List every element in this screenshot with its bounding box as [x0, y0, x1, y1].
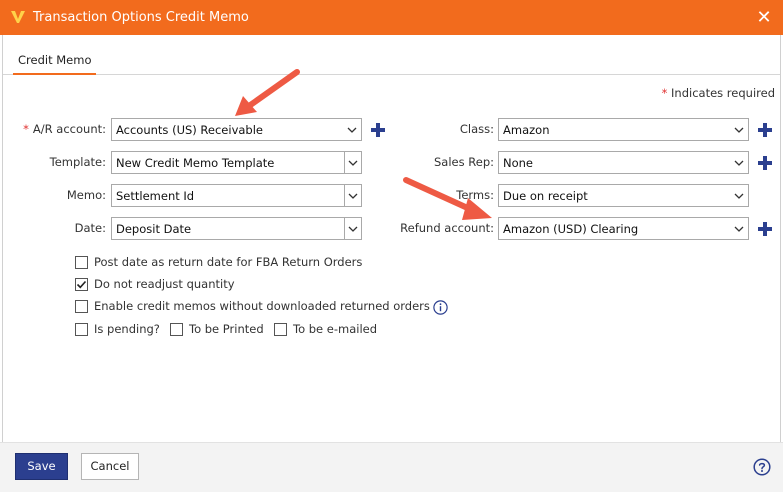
- add-refund-account-plus-icon[interactable]: [758, 222, 772, 236]
- refund-account-label: Refund account:: [400, 221, 494, 235]
- memo-value: Settlement Id: [116, 189, 195, 203]
- title-bar: Transaction Options Credit Memo ✕: [0, 0, 783, 35]
- to-be-emailed-option[interactable]: To be e-mailed: [274, 322, 384, 338]
- sales-rep-value: None: [503, 156, 534, 170]
- terms-label: Terms:: [456, 188, 494, 202]
- chevron-down-icon: [734, 226, 744, 232]
- sales-rep-select[interactable]: None: [498, 151, 749, 174]
- window-title: Transaction Options Credit Memo: [33, 10, 249, 25]
- refund-account-value: Amazon (USD) Clearing: [503, 222, 639, 236]
- memo-select[interactable]: Settlement Id: [111, 184, 362, 207]
- terms-select[interactable]: Due on receipt: [498, 184, 749, 207]
- ar-account-select[interactable]: Accounts (US) Receivable: [111, 118, 362, 141]
- required-note: * Indicates required: [662, 86, 775, 100]
- no-readjust-checkbox[interactable]: [75, 278, 88, 291]
- close-icon[interactable]: ✕: [753, 6, 775, 28]
- enable-credit-checkbox[interactable]: [75, 300, 88, 313]
- to-be-printed-checkbox[interactable]: [170, 323, 183, 336]
- help-icon[interactable]: [753, 458, 771, 476]
- checkmark-icon: [76, 280, 87, 289]
- ar-account-value: Accounts (US) Receivable: [116, 123, 263, 137]
- tab-credit-memo[interactable]: Credit Memo: [13, 47, 97, 75]
- post-date-label: Post date as return date for FBA Return …: [94, 255, 363, 269]
- required-note-text: Indicates required: [671, 86, 775, 100]
- terms-value: Due on receipt: [503, 189, 588, 203]
- is-pending-label: Is pending?: [94, 322, 160, 336]
- chevron-down-icon: [734, 160, 744, 166]
- memo-label: Memo:: [66, 188, 106, 202]
- class-select[interactable]: Amazon: [498, 118, 749, 141]
- date-value: Deposit Date: [116, 222, 192, 236]
- info-icon[interactable]: [433, 300, 448, 315]
- class-value: Amazon: [503, 123, 550, 137]
- template-select[interactable]: New Credit Memo Template: [111, 151, 362, 174]
- no-readjust-option[interactable]: Do not readjust quantity: [75, 277, 395, 293]
- chevron-down-icon: [348, 193, 358, 199]
- add-ar-account-plus-icon[interactable]: [371, 123, 385, 137]
- class-label: Class:: [459, 122, 494, 136]
- to-be-emailed-checkbox[interactable]: [274, 323, 287, 336]
- ar-account-label: * A/R account:: [23, 122, 106, 136]
- logo-icon: [11, 11, 25, 23]
- sales-rep-label: Sales Rep:: [434, 155, 494, 169]
- date-label: Date:: [74, 221, 106, 235]
- chevron-down-icon: [734, 193, 744, 199]
- to-be-emailed-label: To be e-mailed: [293, 322, 378, 336]
- post-date-checkbox[interactable]: [75, 256, 88, 269]
- to-be-printed-label: To be Printed: [189, 322, 264, 336]
- is-pending-option[interactable]: Is pending?: [75, 322, 165, 338]
- enable-credit-label: Enable credit memos without downloaded r…: [94, 299, 430, 313]
- chevron-down-icon: [347, 127, 357, 133]
- template-label: Template:: [49, 155, 106, 169]
- no-readjust-label: Do not readjust quantity: [94, 277, 235, 291]
- chevron-down-icon: [734, 127, 744, 133]
- is-pending-checkbox[interactable]: [75, 323, 88, 336]
- to-be-printed-option[interactable]: To be Printed: [170, 322, 270, 338]
- enable-credit-option[interactable]: Enable credit memos without downloaded r…: [75, 299, 455, 315]
- footer: Save Cancel: [0, 442, 783, 492]
- tab-strip: Credit Memo: [3, 35, 780, 75]
- date-select[interactable]: Deposit Date: [111, 217, 362, 240]
- cancel-button[interactable]: Cancel: [81, 453, 139, 480]
- refund-account-select[interactable]: Amazon (USD) Clearing: [498, 217, 749, 240]
- add-sales-rep-plus-icon[interactable]: [758, 156, 772, 170]
- chevron-down-icon: [348, 160, 358, 166]
- required-star: *: [661, 86, 668, 100]
- add-class-plus-icon[interactable]: [758, 123, 772, 137]
- template-value: New Credit Memo Template: [116, 156, 275, 170]
- chevron-down-icon: [348, 226, 358, 232]
- save-button[interactable]: Save: [15, 453, 68, 480]
- post-date-option[interactable]: Post date as return date for FBA Return …: [75, 255, 395, 271]
